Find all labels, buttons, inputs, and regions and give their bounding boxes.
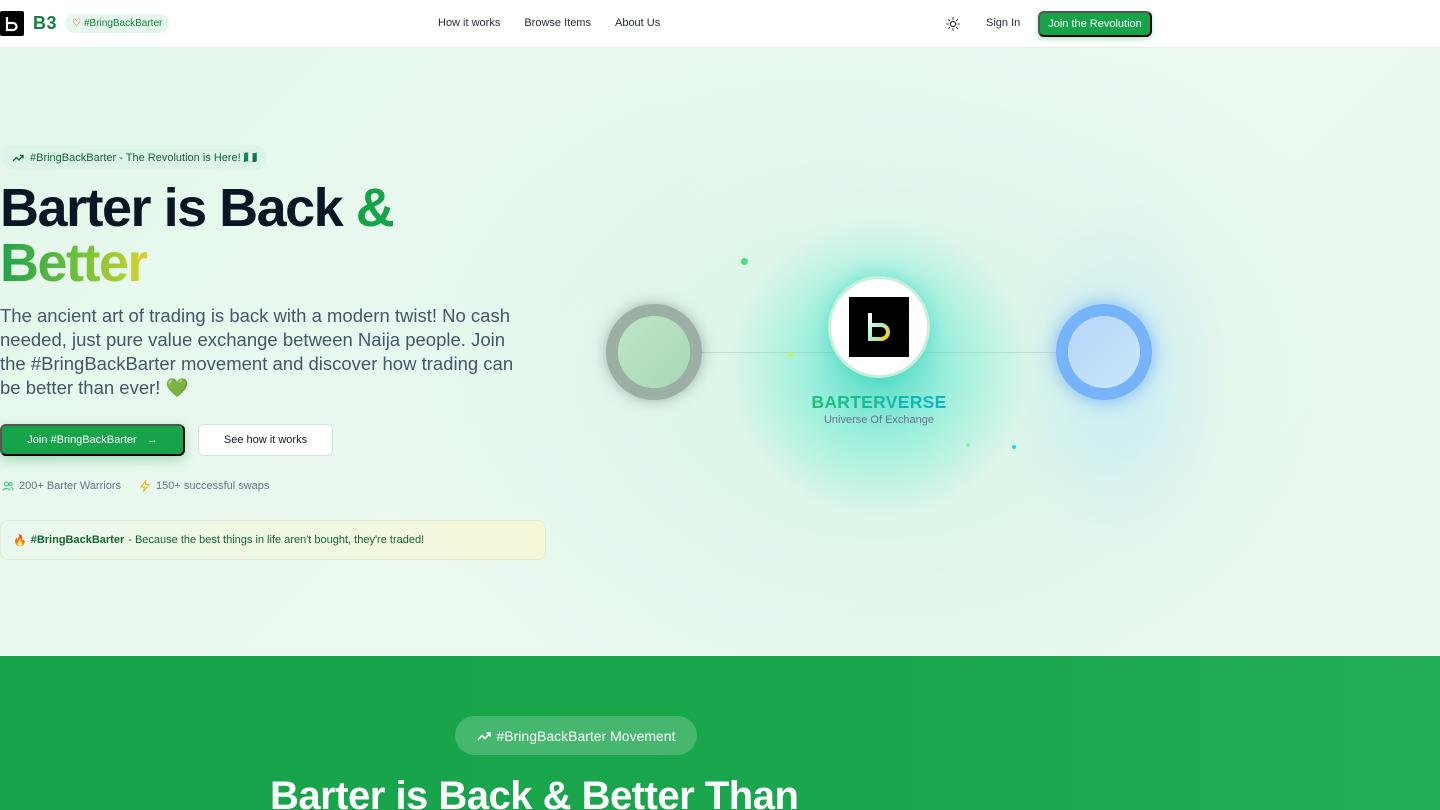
nav-links: How it works Browse Items About Us (438, 17, 660, 29)
hero-title-amp: & (355, 178, 395, 238)
nav-link-about-us[interactable]: About Us (615, 17, 660, 29)
b-logo-glyph (5, 16, 18, 31)
hero-stats: 200+ Barter Warriors 150+ successful swa… (2, 480, 269, 492)
right-orb (1056, 304, 1152, 400)
left-orb (606, 304, 702, 400)
stat-swaps-label: 150+ successful swaps (156, 480, 270, 492)
sign-in-link[interactable]: Sign In (986, 17, 1020, 29)
trending-up-icon (476, 731, 491, 740)
hero-title-main: Barter is Back (0, 178, 344, 238)
join-bringbackbarter-button[interactable]: Join #BringBackBarter → (0, 424, 185, 456)
trending-up-icon (12, 154, 24, 161)
decor-dot (741, 258, 748, 265)
users-icon (2, 481, 14, 491)
hero-tag-badge: #BringBackBarter - The Revolution is Her… (2, 145, 268, 170)
nav-link-how-it-works[interactable]: How it works (438, 17, 500, 29)
hashtag-quote-banner: 🔥 #BringBackBarter - Because the best th… (0, 520, 546, 560)
sun-icon[interactable] (946, 17, 960, 31)
decor-dot (788, 352, 793, 357)
movement-pill: #BringBackBarter Movement (455, 716, 697, 755)
stat-swaps: 150+ successful swaps (139, 480, 269, 492)
movement-heading: Barter is Back & Better Than (270, 774, 799, 810)
join-button-label: Join #BringBackBarter (27, 434, 137, 446)
b-logo-large-glyph (868, 313, 890, 341)
hero-section: #BringBackBarter - The Revolution is Her… (0, 48, 1440, 656)
movement-section: #BringBackBarter Movement Barter is Back… (0, 656, 1440, 810)
barterverse-logo-circle (828, 276, 930, 378)
lightning-icon (139, 480, 151, 492)
decor-dot (1012, 445, 1016, 449)
nav-link-browse-items[interactable]: Browse Items (524, 17, 591, 29)
logo-icon[interactable] (0, 11, 24, 36)
stat-users: 200+ Barter Warriors (2, 480, 121, 492)
hero-description: The ancient art of trading is back with … (0, 305, 514, 398)
heart-icon: ♡ (72, 18, 81, 29)
brand-name[interactable]: B3 (33, 13, 57, 34)
join-revolution-button[interactable]: Join the Revolution (1038, 11, 1152, 37)
barterverse-title: BARTERVERSE (779, 392, 979, 413)
movement-pill-label: #BringBackBarter Movement (496, 727, 676, 744)
hero-title-better: Better (0, 233, 149, 293)
barterverse-subtitle: Universe Of Exchange (823, 414, 935, 426)
hashtag-badge: ♡ #BringBackBarter (65, 14, 170, 33)
quote-hashtag: #BringBackBarter (30, 534, 125, 546)
decor-dot (966, 443, 970, 447)
quote-text: - Because the best things in life aren't… (128, 534, 425, 546)
barterverse-logo-icon (849, 297, 909, 357)
fire-icon: 🔥 (13, 534, 27, 547)
stat-users-label: 200+ Barter Warriors (19, 480, 121, 492)
see-how-it-works-button[interactable]: See how it works (198, 424, 333, 456)
hero-tag-label: #BringBackBarter - The Revolution is Her… (30, 152, 258, 164)
hero-title: Barter is Back & Better (0, 178, 395, 293)
top-navbar: B3 ♡ #BringBackBarter How it works Brows… (0, 0, 1440, 48)
hashtag-badge-label: #BringBackBarter (83, 18, 163, 29)
arrow-right-icon: → (146, 434, 158, 446)
